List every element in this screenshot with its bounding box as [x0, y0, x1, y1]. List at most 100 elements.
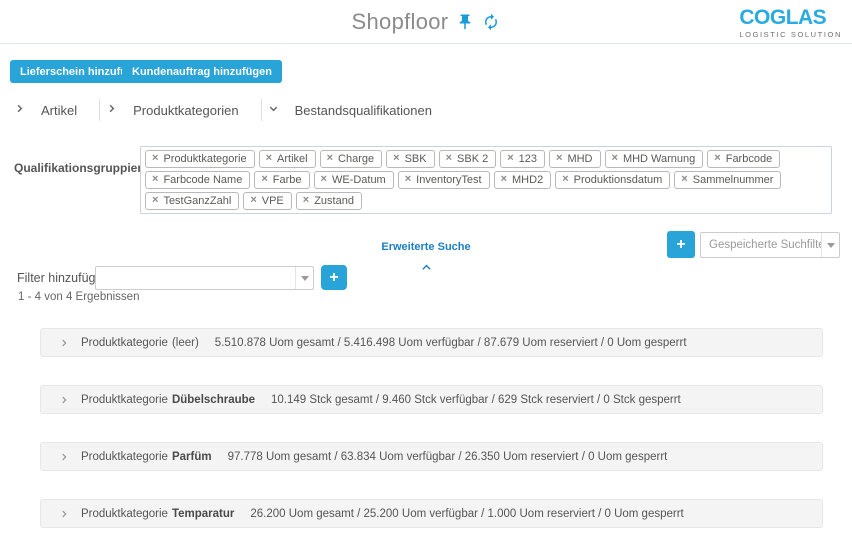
chevron-right-icon — [106, 101, 117, 119]
tag-label: 123 — [519, 153, 537, 165]
saved-search-filter-select[interactable]: Gespeicherte Suchfilter — [700, 232, 840, 258]
qualification-tag[interactable]: × Zustand — [296, 192, 362, 210]
remove-tag-icon[interactable]: × — [405, 174, 411, 185]
results-count: 1 - 4 von 4 Ergebnissen — [18, 291, 139, 303]
qualification-tag[interactable]: × 123 — [500, 150, 545, 168]
qualification-tag[interactable]: × MHD — [549, 150, 601, 168]
qualification-tag[interactable]: × MHD Warnung — [605, 150, 704, 168]
plus-icon: + — [676, 236, 685, 254]
remove-tag-icon[interactable]: × — [321, 174, 327, 185]
refresh-icon[interactable] — [482, 13, 500, 31]
remove-tag-icon[interactable]: × — [612, 153, 618, 164]
remove-tag-icon[interactable]: × — [393, 153, 399, 164]
section-label: Bestandsqualifikationen — [295, 103, 432, 118]
remove-tag-icon[interactable]: × — [446, 153, 452, 164]
row-category-prefix: Produktkategorie — [81, 451, 168, 463]
result-row[interactable]: Produktkategorie Temparatur 26.200 Uom g… — [40, 499, 823, 528]
tag-label: Produktionsdatum — [574, 174, 663, 186]
remove-tag-icon[interactable]: × — [261, 174, 267, 185]
remove-tag-icon[interactable]: × — [562, 174, 568, 185]
chevron-right-icon[interactable] — [59, 338, 69, 348]
qualification-tag[interactable]: × VPE — [243, 192, 291, 210]
qualification-tag[interactable]: × Charge — [320, 150, 383, 168]
section-label: Artikel — [41, 103, 77, 118]
remove-tag-icon[interactable]: × — [266, 153, 272, 164]
row-category-prefix: Produktkategorie — [81, 337, 168, 349]
saved-filter-placeholder: Gespeicherte Suchfilter — [701, 239, 821, 251]
section-artikel[interactable]: Artikel — [8, 101, 99, 119]
tag-label: Farbcode Name — [163, 174, 242, 186]
qualification-tag[interactable]: × WE-Datum — [314, 171, 394, 189]
tag-label: MHD — [567, 153, 592, 165]
qualification-tag-box[interactable]: × Produktkategorie × Artikel × Charge × … — [140, 146, 832, 214]
qualification-tag[interactable]: × InventoryTest — [398, 171, 490, 189]
tag-label: VPE — [262, 195, 284, 207]
qualification-tag[interactable]: × TestGanzZahl — [145, 192, 239, 210]
section-produktkategorien[interactable]: Produktkategorien — [100, 101, 261, 119]
qualification-tag[interactable]: × MHD2 — [494, 171, 552, 189]
remove-tag-icon[interactable]: × — [501, 174, 507, 185]
chevron-right-icon[interactable] — [59, 509, 69, 519]
qualification-tag[interactable]: × Sammelnummer — [674, 171, 781, 189]
remove-tag-icon[interactable]: × — [303, 195, 309, 206]
remove-tag-icon[interactable]: × — [681, 174, 687, 185]
tag-label: SBK — [405, 153, 427, 165]
remove-tag-icon[interactable]: × — [714, 153, 720, 164]
pin-icon[interactable] — [456, 13, 474, 31]
qualification-tag[interactable]: × Produktkategorie — [145, 150, 255, 168]
section-bestandsqualifikationen[interactable]: Bestandsqualifikationen — [262, 101, 454, 119]
qualification-tag[interactable]: × SBK — [386, 150, 434, 168]
page-title: Shopfloor — [352, 9, 449, 35]
add-filter-select[interactable] — [95, 266, 314, 290]
row-category-name: Temparatur — [172, 508, 234, 520]
remove-tag-icon[interactable]: × — [152, 174, 158, 185]
tag-label: TestGanzZahl — [163, 195, 231, 207]
tag-label: Produktkategorie — [163, 153, 246, 165]
plus-icon: + — [329, 269, 338, 287]
qualification-tag[interactable]: × Produktionsdatum — [555, 171, 670, 189]
remove-tag-icon[interactable]: × — [250, 195, 256, 206]
tag-label: MHD Warnung — [623, 153, 695, 165]
row-category-prefix: Produktkategorie — [81, 394, 168, 406]
remove-tag-icon[interactable]: × — [556, 153, 562, 164]
tag-label: Zustand — [314, 195, 354, 207]
coglas-logo: COGLAS LOGISTIC SOLUTION — [739, 7, 842, 39]
results-list: Produktkategorie (leer) 5.510.878 Uom ge… — [40, 328, 823, 538]
remove-tag-icon[interactable]: × — [152, 153, 158, 164]
tag-label: Farbe — [273, 174, 302, 186]
row-category-name: Parfüm — [172, 451, 212, 463]
result-row[interactable]: Produktkategorie Parfüm 97.778 Uom gesam… — [40, 442, 823, 471]
tag-label: InventoryTest — [416, 174, 481, 186]
qualification-tag[interactable]: × SBK 2 — [439, 150, 497, 168]
add-filter-button[interactable]: + — [321, 265, 347, 290]
tag-label: SBK 2 — [457, 153, 488, 165]
tag-label: Artikel — [277, 153, 308, 165]
result-row[interactable]: Produktkategorie Dübelschraube 10.149 St… — [40, 385, 823, 414]
logo-tagline: LOGISTIC SOLUTION — [739, 30, 842, 39]
remove-tag-icon[interactable]: × — [152, 195, 158, 206]
row-category-name: Dübelschraube — [172, 394, 255, 406]
chevron-right-icon[interactable] — [59, 452, 69, 462]
row-stock-stats: 26.200 Uom gesamt / 25.200 Uom verfügbar… — [250, 508, 683, 520]
row-stock-stats: 97.778 Uom gesamt / 63.834 Uom verfügbar… — [228, 451, 668, 463]
tag-label: Farbcode — [726, 153, 772, 165]
result-row[interactable]: Produktkategorie (leer) 5.510.878 Uom ge… — [40, 328, 823, 357]
remove-tag-icon[interactable]: × — [507, 153, 513, 164]
tag-label: Charge — [338, 153, 374, 165]
remove-tag-icon[interactable]: × — [327, 153, 333, 164]
qualification-tag[interactable]: × Farbe — [254, 171, 309, 189]
row-category-name: (leer) — [172, 337, 199, 349]
logo-name: COGLAS — [739, 7, 842, 29]
caret-down-icon — [295, 267, 313, 289]
qualification-tag[interactable]: × Farbcode Name — [145, 171, 250, 189]
chevron-right-icon[interactable] — [59, 395, 69, 405]
row-stock-stats: 10.149 Stck gesamt / 9.460 Stck verfügba… — [271, 394, 681, 406]
tag-label: MHD2 — [512, 174, 543, 186]
qualification-tag[interactable]: × Farbcode — [707, 150, 780, 168]
app-header: Shopfloor COGLAS LOGISTIC SOLUTION — [0, 0, 852, 44]
qualification-tag[interactable]: × Artikel — [259, 150, 316, 168]
add-customer-order-button[interactable]: Kundenauftrag hinzufügen — [122, 60, 282, 83]
tag-label: WE-Datum — [332, 174, 386, 186]
add-saved-filter-button[interactable]: + — [667, 231, 695, 258]
row-category-prefix: Produktkategorie — [81, 508, 168, 520]
